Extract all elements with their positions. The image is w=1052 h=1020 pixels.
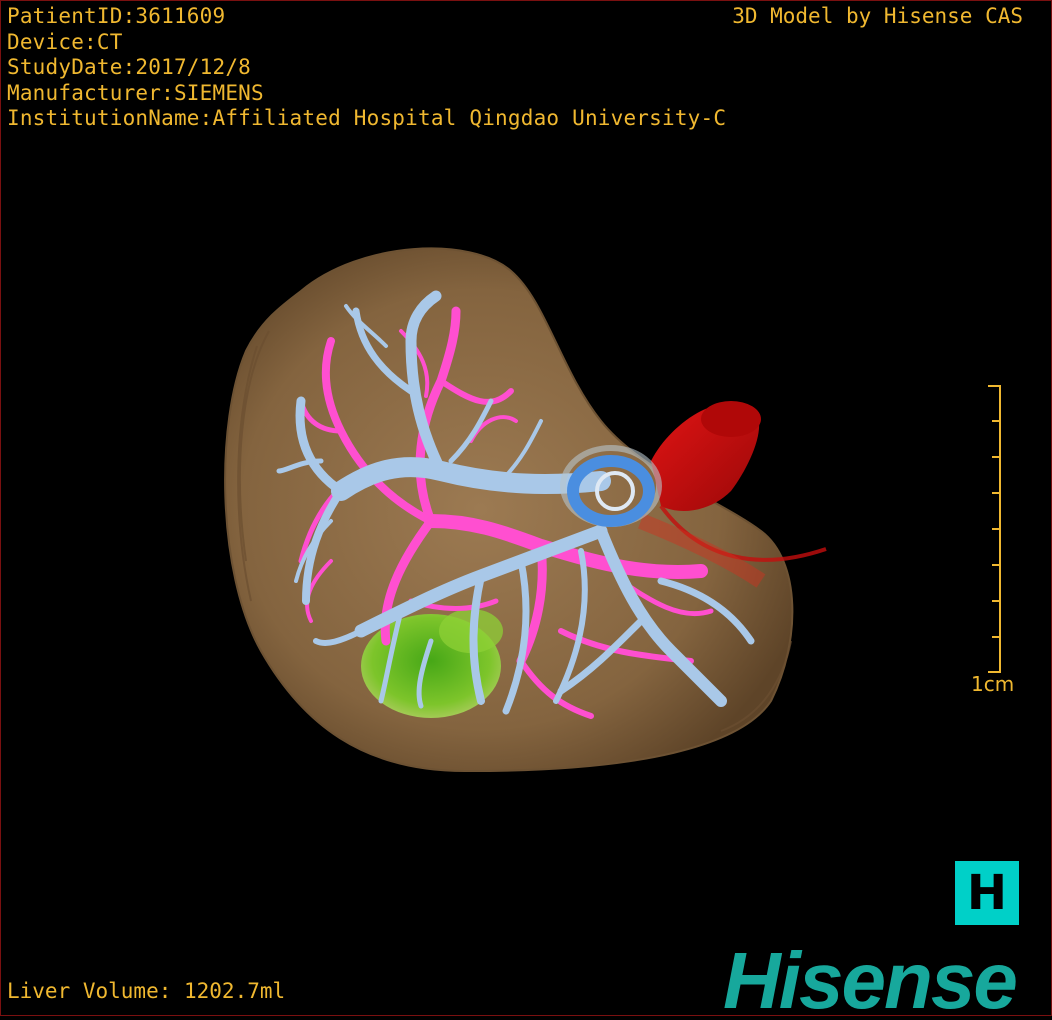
home-button-label: H xyxy=(966,865,1008,921)
scale-label: 1cm xyxy=(971,672,1015,696)
liver-volume: Liver Volume: 1202.7ml xyxy=(7,979,286,1003)
home-button[interactable]: H xyxy=(955,861,1019,925)
study-date: StudyDate:2017/12/8 xyxy=(7,55,252,79)
manufacturer: Manufacturer:SIEMENS xyxy=(7,80,264,105)
scale-bar xyxy=(988,385,1001,673)
patient-info-block: PatientID:3611609 Device:CT StudyDate:20… xyxy=(7,4,726,132)
device: Device:CT xyxy=(7,29,123,54)
liver-3d-model[interactable] xyxy=(1,1,1051,1015)
model-credit: 3D Model by Hisense CAS xyxy=(732,4,1023,28)
3d-viewport[interactable]: PatientID:3611609 Device:CT StudyDate:20… xyxy=(0,0,1052,1016)
institution-name: InstitutionName:Affiliated Hospital Qing… xyxy=(7,106,727,130)
patient-id: PatientID:3611609 xyxy=(7,4,226,28)
hisense-logo: Hisense xyxy=(723,936,1018,1016)
